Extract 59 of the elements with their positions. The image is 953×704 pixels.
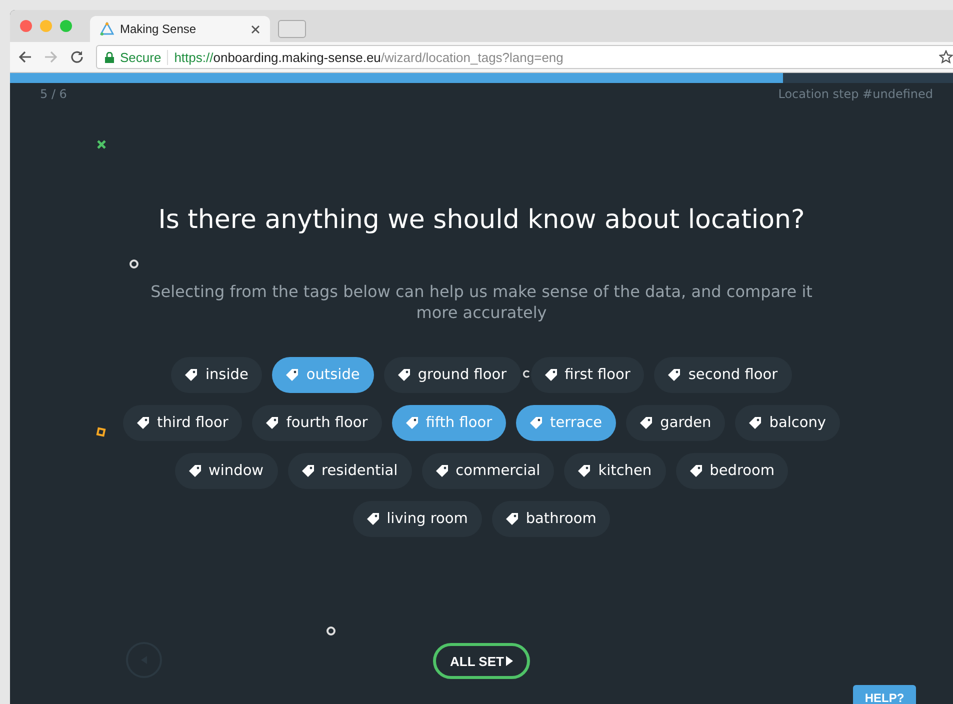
question-title: Is there anything we should know about location? [158,205,805,235]
close-icon[interactable] [251,24,260,34]
star-icon[interactable] [939,50,953,64]
tag-icon [406,417,418,429]
tag-icon [302,465,314,477]
play-triangle-icon [506,656,513,666]
tag-chip[interactable]: living room [352,501,482,537]
minimize-window-icon[interactable] [40,20,52,32]
tag-icon [366,513,379,525]
tag-icon [286,369,298,381]
tag-icon [530,417,542,429]
step-counter: 5 / 6 [40,87,67,101]
tag-icon [436,465,448,477]
tag-icon [137,417,150,429]
arc-icon [522,369,531,379]
triangle-logo-icon [100,22,114,36]
lock-icon [105,52,114,62]
tag-icon [668,369,680,381]
tag-icon [749,417,762,429]
secure-label: Secure [120,50,168,64]
ring-icon [326,626,336,636]
tag-chip[interactable]: inside [171,357,262,393]
tag-icon [506,513,518,525]
tag-chip[interactable]: bathroom [492,501,610,537]
tag-chip[interactable]: ground floor [384,357,521,393]
new-tab-button[interactable] [278,20,306,38]
tag-icon [398,369,410,381]
back-arrow-icon[interactable] [18,50,32,64]
tag-icon [185,369,198,381]
tag-chip[interactable]: second floor [654,357,792,393]
tag-chip[interactable]: garden [626,405,726,441]
tag-chip[interactable]: fourth floor [252,405,382,441]
tag-chip[interactable]: first floor [530,357,644,393]
step-caption: Location step #undefined [778,87,933,101]
close-window-icon[interactable] [20,20,32,32]
tag-icon [188,465,201,477]
tag-icon [690,465,702,477]
tag-icon [266,417,278,429]
ring-icon [129,259,139,269]
tag-icon [578,465,590,477]
all-set-button[interactable]: ALL SET [433,643,530,679]
tag-icon [544,369,557,381]
tag-chip[interactable]: balcony [735,405,840,441]
question-subtitle: Selecting from the tags below can help us make sense of the data, and compare it more accurately [150,281,814,323]
cross-icon [96,139,107,150]
tag-chip[interactable]: residential [288,453,412,489]
tag-chip[interactable]: bedroom [676,453,788,489]
address-bar[interactable]: Secure https://onboarding.making-sense.eu/wizard/location_tags?lang=eng [96,45,953,69]
browser-tab[interactable]: Making Sense [90,16,270,42]
tag-chip[interactable]: third floor [123,405,242,441]
tag-chip[interactable]: commercial [422,453,554,489]
tag-icon [640,417,652,429]
forward-arrow-icon[interactable] [44,50,58,64]
zoom-window-icon[interactable] [60,20,72,32]
tag-chip[interactable]: window [174,453,278,489]
url-text: https://onboarding.making-sense.eu/wizard/location_tags?lang=eng [174,50,564,64]
reload-icon[interactable] [70,50,84,64]
tab-title: Making Sense [120,22,198,36]
tag-chip[interactable]: kitchen [564,453,666,489]
